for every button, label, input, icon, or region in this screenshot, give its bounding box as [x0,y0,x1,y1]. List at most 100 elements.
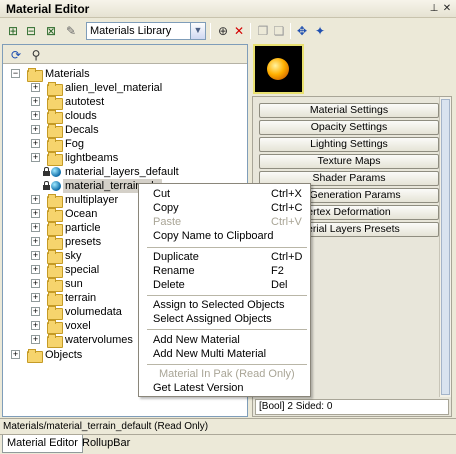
folder-icon [47,194,63,208]
folder-icon [47,110,63,124]
menu-item-shortcut: Ctrl+V [271,216,302,228]
tree-node-materials[interactable]: − Materials [3,67,247,82]
opacity-settings-button[interactable]: Opacity Settings [259,120,439,135]
tab-material-editor[interactable]: Material Editor [2,435,83,453]
expand-icon[interactable]: + [31,293,40,302]
menu-item-shortcut: Ctrl+D [271,251,303,263]
tree-node-label: volumedata [65,306,122,318]
pin-icon[interactable]: ⊥ [428,2,440,15]
library-combo-value: Materials Library [90,25,172,37]
material-add-icon[interactable]: ⊞ [4,22,22,40]
tree-node-label: material_layers_default [65,166,179,178]
menu-item-get-latest[interactable]: Get Latest Version [139,381,310,395]
search-icon[interactable]: ⚲ [27,46,45,64]
menu-item-duplicate[interactable]: Duplicate Ctrl+D [139,250,310,264]
params-scrollbar[interactable] [439,97,451,397]
expand-icon[interactable]: + [31,279,40,288]
folder-icon [47,236,63,250]
menu-item-label: Delete [153,279,185,291]
paste-icon[interactable]: ❏ [270,22,288,40]
folder-icon [47,138,63,152]
menu-item-select-assigned[interactable]: Select Assigned Objects [139,312,310,326]
expand-icon[interactable]: + [31,111,40,120]
tree-node[interactable]: material_layers_default [3,165,247,179]
menu-item-delete[interactable]: Delete Del [139,278,310,292]
folder-icon [47,292,63,306]
material-settings-button[interactable]: Material Settings [259,103,439,118]
expand-icon[interactable]: + [31,153,40,162]
status-bar: Materials/material_terrain_default (Read… [0,418,456,434]
menu-item-copy[interactable]: Copy Ctrl+C [139,201,310,215]
refresh-icon[interactable]: ⟳ [7,46,25,64]
folder-icon [47,82,63,96]
menu-item-label: Copy [153,202,179,214]
expand-icon[interactable]: + [31,237,40,246]
chevron-down-icon[interactable]: ▼ [190,23,205,39]
menu-item-label: Select Assigned Objects [153,313,272,325]
library-combo[interactable]: Materials Library ▼ [86,22,206,40]
expand-icon[interactable]: + [31,335,40,344]
tree-node[interactable]: + alien_level_material [3,81,247,96]
folder-icon [27,349,43,363]
tree-node[interactable]: + autotest [3,95,247,110]
menu-item-shortcut: F2 [271,265,284,277]
tree-node[interactable]: + Decals [3,123,247,138]
scrollbar-thumb[interactable] [441,99,450,395]
folder-icon [47,250,63,264]
tree-node-label: Decals [65,124,99,136]
folder-icon [47,320,63,334]
menu-item-assign-selected[interactable]: Assign to Selected Objects [139,298,310,312]
folder-icon [47,306,63,320]
tree-node-label: watervolumes [65,334,133,346]
menu-separator [147,329,307,330]
folder-icon [47,96,63,110]
close-icon[interactable]: ✕ [441,2,453,15]
lock-icon [43,167,50,176]
material-icon [51,167,61,177]
preview-sphere [267,58,289,80]
expand-icon[interactable]: + [31,265,40,274]
menu-item-label: Cut [153,188,171,200]
expand-icon[interactable]: + [31,195,40,204]
folder-icon [47,208,63,222]
tree-node[interactable]: + lightbeams [3,151,247,166]
move-icon[interactable]: ✥ [293,22,311,40]
tree-node[interactable]: + clouds [3,109,247,124]
expand-icon[interactable]: + [11,350,20,359]
tree-node-label: Objects [45,349,83,361]
tree-node-label: Fog [65,138,84,150]
expand-icon[interactable]: + [31,97,40,106]
lighting-settings-button[interactable]: Lighting Settings [259,137,439,152]
tree-node[interactable]: + Fog [3,137,247,152]
tree-node-label: terrain [65,292,97,304]
menu-item-add-multi-material[interactable]: Add New Multi Material [139,347,310,361]
paint-icon[interactable]: ✦ [311,22,329,40]
material-assign-icon[interactable]: ⊠ [42,22,60,40]
menu-item-label: Add New Multi Material [153,348,267,360]
expand-icon[interactable]: + [31,307,40,316]
expand-icon[interactable]: + [31,223,40,232]
expand-icon[interactable]: + [31,139,40,148]
pick-tool-icon[interactable]: ✎ [62,22,80,40]
menu-item-cut[interactable]: Cut Ctrl+X [139,187,310,201]
expand-icon[interactable]: + [31,209,40,218]
folder-icon [27,68,43,82]
material-preview[interactable] [253,44,304,94]
tab-rollupbar[interactable]: RollupBar [78,435,134,453]
lock-icon [43,181,50,190]
menu-item-copy-name[interactable]: Copy Name to Clipboard [139,229,310,243]
menu-item-rename[interactable]: Rename F2 [139,264,310,278]
material-get-icon[interactable]: ⊟ [22,22,40,40]
menu-item-add-material[interactable]: Add New Material [139,333,310,347]
texture-maps-button[interactable]: Texture Maps [259,154,439,169]
expand-icon[interactable]: + [31,251,40,260]
expand-icon[interactable]: + [31,125,40,134]
menu-separator [147,364,307,365]
menu-item-paste[interactable]: Paste Ctrl+V [139,215,310,229]
collapse-icon[interactable]: − [11,69,20,78]
tree-node-label: voxel [65,320,91,332]
expand-icon[interactable]: + [31,83,40,92]
tree-node-label: sky [65,250,82,262]
expand-icon[interactable]: + [31,321,40,330]
delete-icon[interactable]: ✕ [230,22,248,40]
